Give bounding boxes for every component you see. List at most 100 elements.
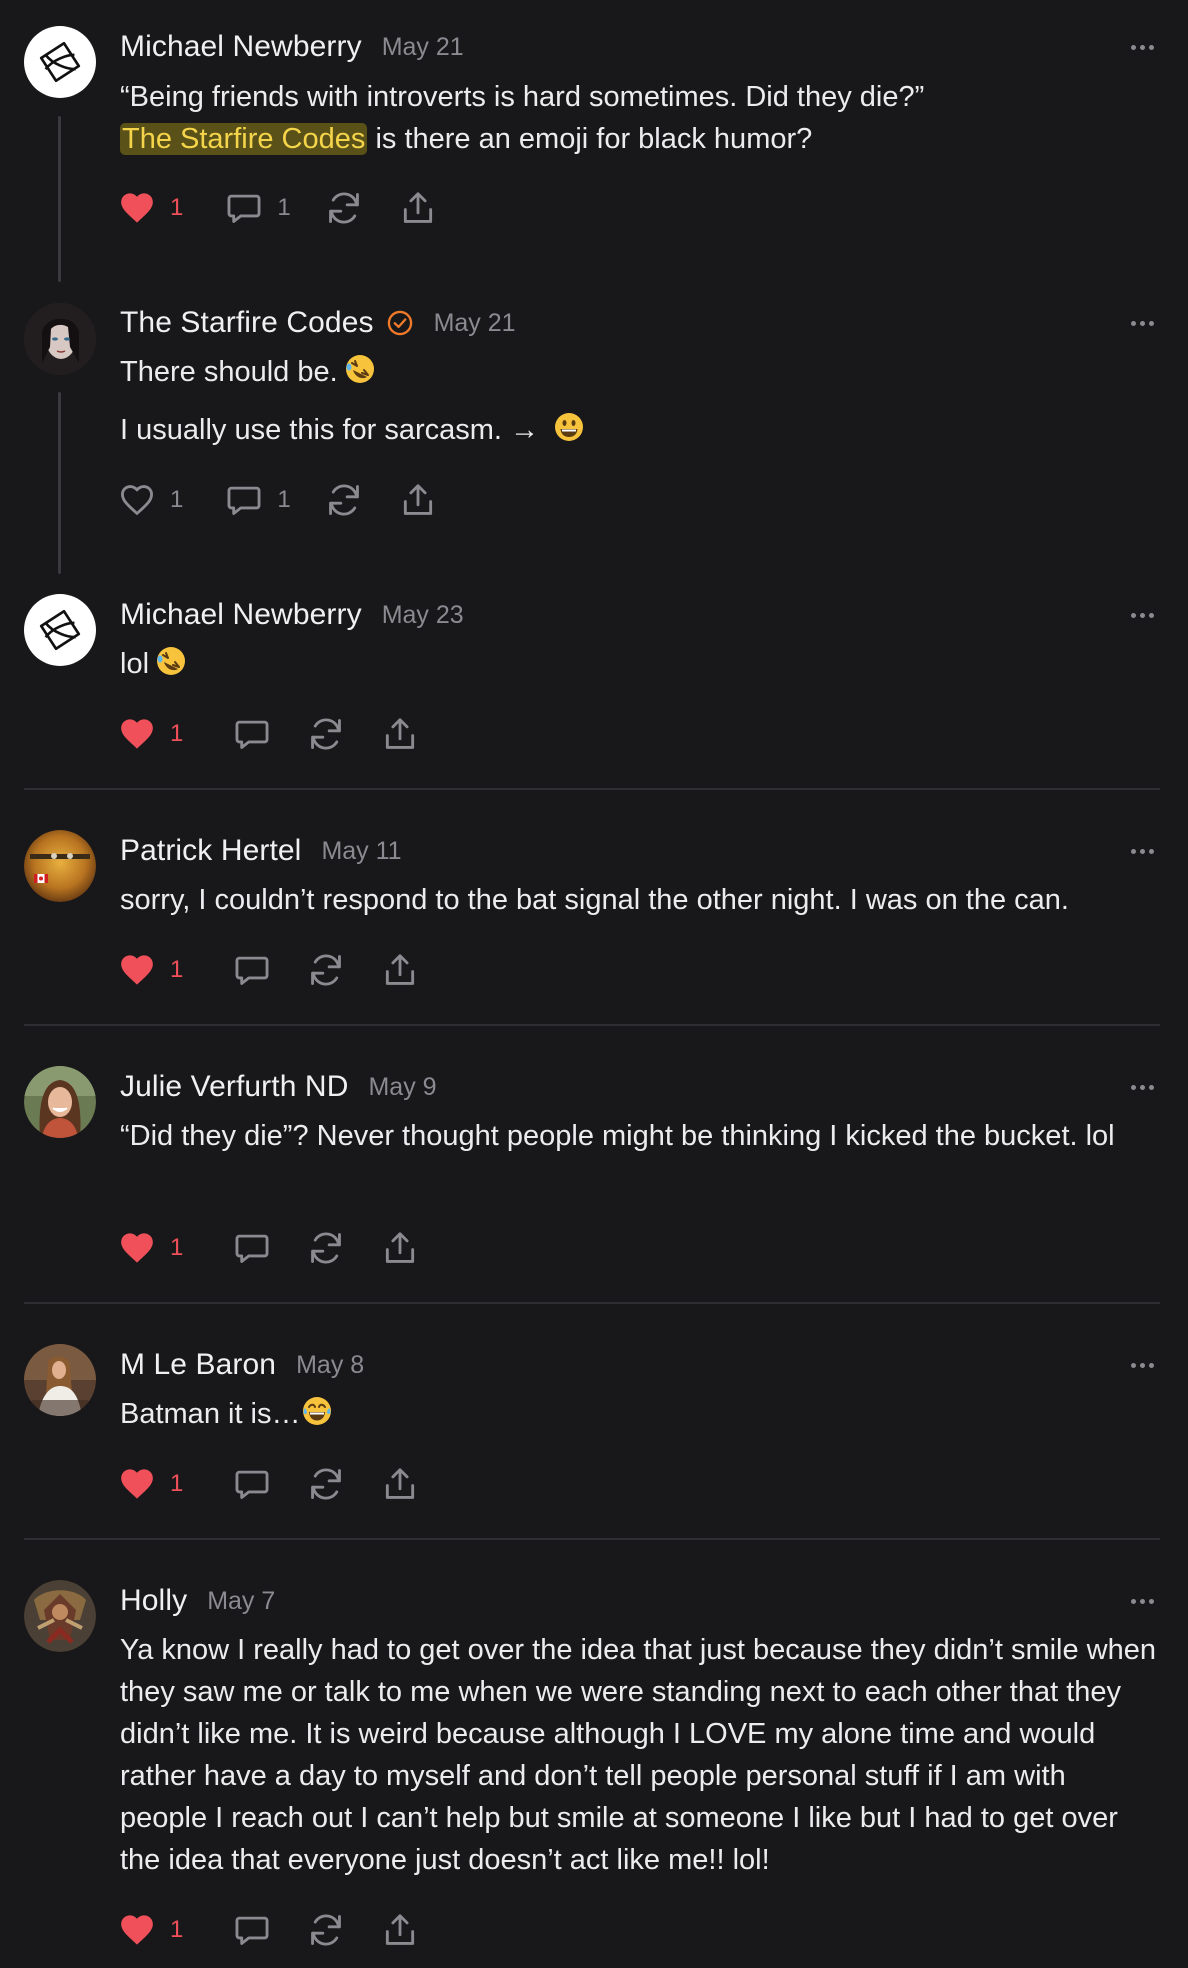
share-button[interactable]	[381, 1911, 419, 1949]
reply-button[interactable]	[233, 1229, 271, 1267]
like-count: 1	[170, 194, 184, 221]
like-button[interactable]: 1	[118, 1229, 183, 1267]
author-name[interactable]: Julie Verfurth ND	[120, 1070, 348, 1104]
restack-button[interactable]	[307, 1911, 345, 1949]
speech-bubble-icon	[233, 715, 271, 753]
more-options-button[interactable]	[1131, 1350, 1154, 1380]
comment-body: “Did they die”? Never thought people mig…	[120, 1115, 1160, 1157]
share-button[interactable]	[381, 951, 419, 989]
restack-button[interactable]	[307, 951, 345, 989]
restack-icon	[307, 1229, 345, 1267]
reply-button[interactable]	[233, 1465, 271, 1503]
share-button[interactable]	[381, 1229, 419, 1267]
comment-body: There should be. I usually use this for …	[120, 351, 1160, 451]
more-options-button[interactable]	[1131, 836, 1154, 866]
comment-body: Batman it is…	[120, 1393, 1160, 1435]
like-button[interactable]: 1	[118, 1465, 183, 1503]
comment-paragraph: I usually use this for sarcasm. →	[120, 414, 548, 446]
reply-button[interactable]	[233, 951, 271, 989]
mention-link[interactable]: The Starfire Codes	[120, 123, 368, 155]
restack-button[interactable]	[307, 1229, 345, 1267]
share-button[interactable]	[381, 715, 419, 753]
avatar-photo	[24, 1580, 96, 1652]
more-options-button[interactable]	[1131, 32, 1154, 62]
restack-button[interactable]	[307, 715, 345, 753]
speech-bubble-icon	[233, 1465, 271, 1503]
share-icon	[381, 1911, 419, 1949]
action-bar: 1	[118, 1464, 419, 1504]
avatar[interactable]	[24, 1344, 96, 1416]
comment-text: sorry, I couldn’t respond to the bat sig…	[120, 884, 1069, 916]
avatar[interactable]	[24, 830, 96, 902]
like-button[interactable]: 1	[118, 715, 183, 753]
divider	[24, 1024, 1160, 1026]
comment-text: “Did they die”? Never thought people mig…	[120, 1120, 1115, 1152]
like-button[interactable]: 1	[118, 481, 183, 519]
comment-date[interactable]: May 9	[368, 1073, 436, 1102]
restack-button[interactable]	[307, 1465, 345, 1503]
verified-badge-icon	[386, 309, 414, 337]
rolling-on-floor-laughing-emoji	[155, 645, 187, 677]
more-options-button[interactable]	[1131, 1072, 1154, 1102]
comment-date[interactable]: May 21	[434, 309, 516, 338]
heart-icon	[118, 481, 156, 519]
restack-button[interactable]	[325, 481, 363, 519]
comment-date[interactable]: May 21	[382, 33, 464, 62]
more-options-button[interactable]	[1131, 600, 1154, 630]
comment-text: Ya know I really had to get over the ide…	[120, 1634, 1157, 1876]
heart-icon	[118, 189, 156, 227]
comment-date[interactable]: May 8	[296, 1351, 364, 1380]
avatar[interactable]	[24, 26, 96, 98]
avatar-photo	[24, 1344, 96, 1416]
ellipsis-icon	[1131, 1084, 1136, 1090]
share-button[interactable]	[399, 189, 437, 227]
comment-date[interactable]: May 11	[321, 837, 401, 866]
like-count: 1	[170, 1234, 184, 1261]
reply-button[interactable]	[233, 715, 271, 753]
reply-button[interactable]: 1	[225, 481, 291, 519]
action-bar: 1	[118, 1228, 419, 1268]
author-name[interactable]: M Le Baron	[120, 1348, 276, 1382]
comment-text: Batman it is…	[120, 1398, 301, 1430]
ellipsis-icon	[1131, 848, 1136, 854]
like-button[interactable]: 1	[118, 1911, 183, 1949]
comment-body: lol	[120, 643, 1160, 685]
like-count: 1	[170, 486, 184, 513]
avatar-photo	[24, 1066, 96, 1138]
logo-icon	[36, 606, 84, 654]
share-button[interactable]	[381, 1465, 419, 1503]
share-icon	[381, 1229, 419, 1267]
author-name[interactable]: Patrick Hertel	[120, 834, 301, 868]
restack-icon	[325, 481, 363, 519]
avatar[interactable]	[24, 303, 96, 375]
more-options-button[interactable]	[1131, 1586, 1154, 1616]
ellipsis-icon	[1131, 1598, 1136, 1604]
author-name[interactable]: Holly	[120, 1584, 187, 1618]
reply-button[interactable]	[233, 1911, 271, 1949]
share-icon	[381, 715, 419, 753]
more-options-button[interactable]	[1131, 308, 1154, 338]
thread-line	[58, 392, 61, 574]
reply-count: 1	[277, 486, 291, 513]
author-name[interactable]: Michael Newberry	[120, 30, 362, 64]
restack-icon	[307, 715, 345, 753]
restack-icon	[307, 1911, 345, 1949]
share-button[interactable]	[399, 481, 437, 519]
heart-icon	[118, 1465, 156, 1503]
comment-date[interactable]: May 23	[382, 601, 464, 630]
restack-button[interactable]	[325, 189, 363, 227]
ellipsis-icon	[1131, 44, 1136, 50]
avatar[interactable]	[24, 1066, 96, 1138]
author-name[interactable]: Michael Newberry	[120, 598, 362, 632]
like-button[interactable]: 1	[118, 189, 183, 227]
avatar[interactable]	[24, 594, 96, 666]
share-icon	[399, 189, 437, 227]
like-button[interactable]: 1	[118, 951, 183, 989]
comment-date[interactable]: May 7	[207, 1587, 275, 1616]
divider	[24, 1538, 1160, 1540]
heart-icon	[118, 715, 156, 753]
reply-button[interactable]: 1	[225, 189, 291, 227]
like-count: 1	[170, 1470, 184, 1497]
avatar[interactable]	[24, 1580, 96, 1652]
author-name[interactable]: The Starfire Codes	[120, 306, 374, 340]
